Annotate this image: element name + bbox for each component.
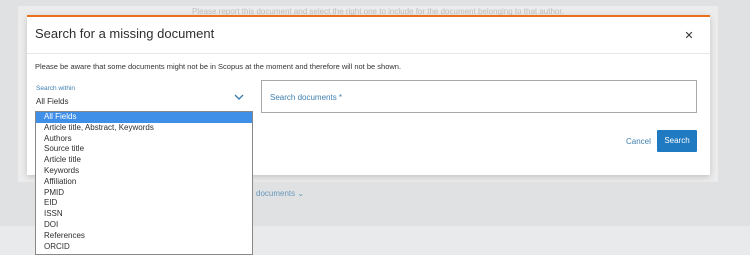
chevron-down-icon [234, 94, 244, 100]
dropdown-option[interactable]: ORCID [36, 242, 252, 253]
dropdown-option[interactable]: Article title [36, 155, 252, 166]
dropdown-option[interactable]: All Fields [36, 112, 252, 123]
search-documents-input[interactable]: Search documents * [261, 80, 697, 113]
search-within-dropdown: All Fields Article title, Abstract, Keyw… [35, 111, 253, 255]
dropdown-option[interactable]: Affiliation [36, 177, 252, 188]
search-within-label: Search within [36, 85, 76, 92]
search-button[interactable]: Search [657, 130, 697, 152]
dropdown-option[interactable]: PMID [36, 188, 252, 199]
divider [27, 53, 710, 54]
search-within-value: All Fields [36, 97, 69, 106]
dropdown-option[interactable]: References [36, 231, 252, 242]
close-icon[interactable]: ✕ [682, 29, 696, 43]
dropdown-option[interactable]: DOI [36, 220, 252, 231]
search-documents-placeholder: Search documents * [270, 93, 343, 102]
modal-title: Search for a missing document [35, 26, 215, 41]
dropdown-option[interactable]: Article title, Abstract, Keywords [36, 123, 252, 134]
notice-text: Please be aware that some documents migh… [35, 62, 402, 71]
dropdown-option[interactable]: Source title [36, 144, 252, 155]
dropdown-option[interactable]: Authors [36, 134, 252, 145]
dropdown-option[interactable]: EID [36, 198, 252, 209]
cancel-button[interactable]: Cancel [626, 137, 651, 146]
dropdown-option[interactable]: Keywords [36, 166, 252, 177]
dropdown-option[interactable]: ISSN [36, 209, 252, 220]
